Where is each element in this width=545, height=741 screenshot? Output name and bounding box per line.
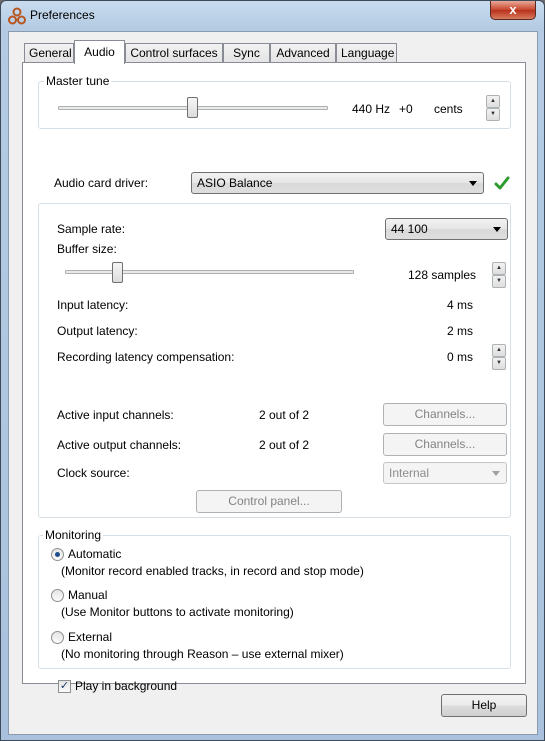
green-checkmark-icon	[494, 176, 510, 190]
master-tune-group: Master tune 440 Hz +0 cents ▲ ▼	[38, 74, 511, 129]
buffer-size-slider-track[interactable]	[65, 270, 354, 274]
dialog-client-area: General Audio Control surfaces Sync Adva…	[8, 31, 538, 735]
play-in-background-label[interactable]: Play in background	[75, 679, 177, 693]
spin-down-icon[interactable]: ▼	[486, 108, 500, 121]
preferences-window: Preferences x General Audio Control surf…	[0, 0, 545, 741]
control-panel-button[interactable]: Control panel...	[196, 490, 342, 513]
audio-card-driver-label: Audio card driver:	[54, 176, 149, 190]
recording-compensation-spinner[interactable]: ▲ ▼	[492, 344, 506, 370]
close-button[interactable]: x	[490, 1, 536, 20]
monitoring-label: Monitoring	[43, 528, 104, 542]
reason-app-icon	[8, 7, 26, 25]
spin-down-icon[interactable]: ▼	[492, 275, 506, 288]
monitoring-manual-desc: (Use Monitor buttons to activate monitor…	[61, 605, 294, 619]
play-in-background-checkbox[interactable]: ✓	[58, 680, 71, 693]
buffer-size-slider-thumb[interactable]	[112, 262, 123, 283]
recording-latency-compensation-value: 0 ms	[447, 350, 474, 364]
master-tune-label: Master tune	[44, 74, 112, 88]
clock-source-label: Clock source:	[57, 466, 130, 480]
tab-control-surfaces[interactable]: Control surfaces	[125, 43, 223, 63]
master-tune-slider-thumb[interactable]	[187, 97, 198, 118]
active-input-channels-label: Active input channels:	[57, 408, 174, 422]
checkmark-icon: ✓	[59, 680, 70, 692]
master-tune-offset: +0	[399, 102, 413, 116]
audio-card-driver-select[interactable]: ASIO Balance	[191, 172, 484, 194]
output-latency-value: 2 ms	[447, 324, 474, 338]
buffer-size-label: Buffer size:	[57, 242, 117, 256]
input-latency-value: 4 ms	[447, 298, 474, 312]
help-button[interactable]: Help	[441, 694, 527, 717]
output-channels-button[interactable]: Channels...	[383, 433, 507, 456]
tab-sync[interactable]: Sync	[223, 43, 270, 63]
master-tune-hz: 440 Hz	[352, 102, 391, 116]
active-output-channels-value: 2 out of 2	[259, 438, 310, 452]
clock-source-value: Internal	[389, 466, 430, 480]
monitoring-manual-label[interactable]: Manual	[68, 588, 107, 602]
monitoring-group: Monitoring Automatic (Monitor record ena…	[38, 528, 511, 669]
sample-rate-label: Sample rate:	[57, 222, 126, 236]
input-latency-label: Input latency:	[57, 298, 129, 312]
input-channels-button[interactable]: Channels...	[383, 403, 507, 426]
window-title: Preferences	[30, 8, 95, 22]
monitoring-automatic-radio[interactable]	[51, 548, 64, 561]
sample-rate-value: 44 100	[391, 222, 428, 236]
audio-card-driver-value: ASIO Balance	[197, 176, 273, 190]
title-bar[interactable]: Preferences x	[1, 1, 544, 31]
spin-up-icon[interactable]: ▲	[486, 95, 500, 108]
monitoring-manual-radio[interactable]	[51, 589, 64, 602]
spin-down-icon[interactable]: ▼	[492, 357, 506, 370]
tab-advanced[interactable]: Advanced	[270, 43, 336, 63]
chevron-down-icon	[492, 471, 500, 476]
active-output-channels-label: Active output channels:	[57, 438, 182, 452]
output-latency-label: Output latency:	[57, 324, 138, 338]
audio-tab-panel: Master tune 440 Hz +0 cents ▲ ▼ Audio ca…	[22, 62, 526, 693]
tab-audio[interactable]: Audio	[74, 40, 125, 64]
clock-source-select[interactable]: Internal	[383, 462, 507, 484]
spin-up-icon[interactable]: ▲	[492, 344, 506, 357]
sample-rate-select[interactable]: 44 100	[385, 218, 508, 240]
chevron-down-icon	[469, 181, 477, 186]
master-tune-unit: cents	[434, 102, 463, 116]
buffer-size-value: 128 samples	[408, 268, 477, 282]
monitoring-automatic-label[interactable]: Automatic	[68, 547, 121, 561]
buffer-size-spinner[interactable]: ▲ ▼	[492, 262, 506, 288]
monitoring-external-label[interactable]: External	[68, 630, 112, 644]
chevron-down-icon	[493, 227, 501, 232]
master-tune-spinner[interactable]: ▲ ▼	[486, 95, 500, 121]
spin-up-icon[interactable]: ▲	[492, 262, 506, 275]
audio-settings-group: Sample rate: 44 100 Buffer size: 128 sam…	[38, 203, 511, 518]
monitoring-automatic-desc: (Monitor record enabled tracks, in recor…	[61, 564, 364, 578]
active-input-channels-value: 2 out of 2	[259, 408, 310, 422]
close-icon: x	[509, 2, 517, 17]
monitoring-external-radio[interactable]	[51, 631, 64, 644]
tab-language[interactable]: Language	[336, 43, 397, 63]
recording-latency-compensation-label: Recording latency compensation:	[57, 350, 235, 364]
monitoring-external-desc: (No monitoring through Reason – use exte…	[61, 647, 344, 661]
tab-general[interactable]: General	[24, 43, 74, 63]
